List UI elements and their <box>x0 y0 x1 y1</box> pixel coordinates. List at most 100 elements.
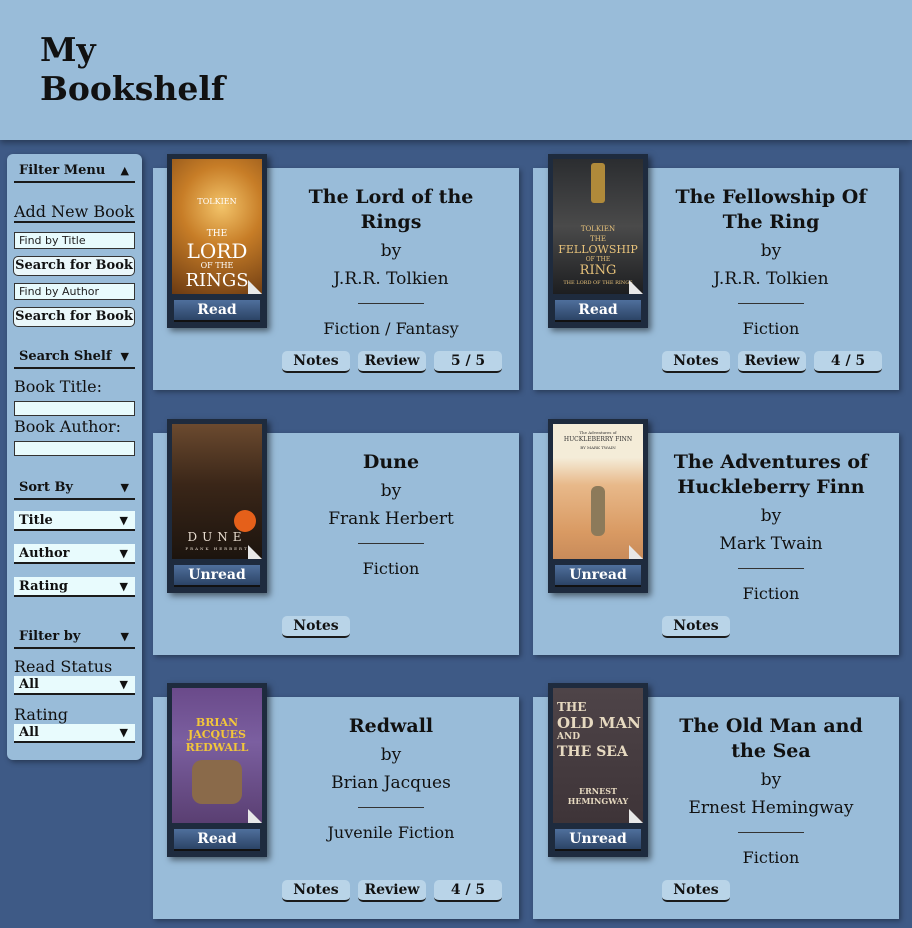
divider <box>358 303 424 304</box>
book-title: The Lord of the Rings <box>308 186 474 233</box>
sort-by-label: Sort By <box>19 480 73 495</box>
filter-menu-toggle[interactable]: Filter Menu ▲ <box>14 163 135 183</box>
book-author: Mark Twain <box>719 534 823 554</box>
book-by: by <box>380 745 402 765</box>
review-button[interactable]: Review <box>738 351 806 373</box>
book-cover-frame: TOLKIEN THE FELLOWSHIP OF THE RING THE L… <box>548 154 648 328</box>
sort-option-label: Author <box>19 545 70 561</box>
divider <box>738 303 804 304</box>
read-status-select[interactable]: All ▼ <box>14 676 135 695</box>
book-cover-image[interactable]: BRIAN JACQUES REDWALL <box>172 688 262 823</box>
cover-title-text: THE <box>206 229 228 239</box>
cover-title-text: The Adventures of <box>579 430 617 435</box>
read-status-button[interactable]: Unread <box>555 565 641 587</box>
notes-button[interactable]: Notes <box>662 616 730 638</box>
cover-author-text: HEMINGWAY <box>567 796 629 806</box>
sort-rating-select[interactable]: Rating ▼ <box>14 577 135 597</box>
read-status-button[interactable]: Read <box>174 829 260 851</box>
book-by: by <box>380 241 402 261</box>
cover-author-text: ERNEST <box>579 786 617 796</box>
divider <box>738 568 804 569</box>
book-genre: Juvenile Fiction <box>327 823 455 842</box>
sort-author-select[interactable]: Author ▼ <box>14 544 135 564</box>
book-author: Brian Jacques <box>331 773 451 793</box>
read-status-button[interactable]: Read <box>555 300 641 322</box>
book-title-label: Book Title: <box>14 377 102 396</box>
book-author: Frank Herbert <box>328 509 454 529</box>
read-status-label: Read Status <box>14 657 113 676</box>
search-shelf-toggle[interactable]: Search Shelf ▼ <box>14 349 135 369</box>
book-info: The Adventures of Huckleberry Finn by Ma… <box>663 450 879 605</box>
book-cover-image[interactable]: TOLKIEN THE FELLOWSHIP OF THE RING THE L… <box>553 159 643 294</box>
mouse-illustration-image <box>192 760 242 804</box>
review-button[interactable]: Review <box>358 880 426 902</box>
sort-title-select[interactable]: Title ▼ <box>14 511 135 531</box>
cover-title-text: THE SEA <box>557 744 628 760</box>
cover-title-text: OF THE <box>200 261 234 270</box>
book-title-input[interactable] <box>14 401 135 416</box>
book-info: The Lord of the Rings by J.R.R. Tolkien … <box>283 185 499 340</box>
notes-button[interactable]: Notes <box>282 351 350 373</box>
book-title: The Old Man and the Sea <box>679 715 863 762</box>
notes-button[interactable]: Notes <box>662 351 730 373</box>
book-genre: Fiction <box>742 848 800 867</box>
cover-author-text: TOLKIEN <box>580 225 616 233</box>
rating-select[interactable]: All ▼ <box>14 724 135 743</box>
notes-button[interactable]: Notes <box>282 616 350 638</box>
page-curl-icon <box>248 809 262 823</box>
page-curl-icon <box>248 545 262 559</box>
filter-by-toggle[interactable]: Filter by ▼ <box>14 629 135 649</box>
book-cover-image[interactable]: The Adventures of HUCKLEBERRY FINN BY MA… <box>553 424 643 559</box>
add-new-book-label: Add New Book <box>14 202 135 223</box>
search-title-button[interactable]: Search for Book <box>13 256 135 276</box>
book-cover-frame: BRIAN JACQUES REDWALL Read <box>167 683 267 857</box>
book-info: Redwall by Brian Jacques Juvenile Fictio… <box>283 714 499 844</box>
rating-label: Rating <box>14 705 69 724</box>
find-by-author-input[interactable]: Find by Author <box>14 283 135 300</box>
divider <box>358 807 424 808</box>
book-genre: Fiction <box>742 319 800 338</box>
rating-button[interactable]: 4 / 5 <box>814 351 882 373</box>
notes-button[interactable]: Notes <box>662 880 730 902</box>
page-curl-icon <box>248 280 262 294</box>
cover-title-text: AND <box>557 732 581 742</box>
search-author-button[interactable]: Search for Book <box>13 307 135 327</box>
read-status-button[interactable]: Read <box>174 300 260 322</box>
read-status-button[interactable]: Unread <box>174 565 260 587</box>
page-curl-icon <box>629 809 643 823</box>
page-curl-icon <box>629 545 643 559</box>
read-status-button[interactable]: Unread <box>555 829 641 851</box>
divider <box>738 832 804 833</box>
book-by: by <box>760 770 782 790</box>
read-status-value: All <box>19 677 39 692</box>
review-button[interactable]: Review <box>358 351 426 373</box>
rating-value: All <box>19 725 39 740</box>
chevron-down-icon: ▼ <box>120 350 129 363</box>
book-title: Redwall <box>348 715 434 737</box>
find-by-title-input[interactable]: Find by Title <box>14 232 135 249</box>
sort-option-label: Title <box>19 512 53 528</box>
notes-button[interactable]: Notes <box>282 880 350 902</box>
book-info: The Fellowship Of The Ring by J.R.R. Tol… <box>663 185 879 340</box>
cover-title-text: REDWALL <box>185 741 249 754</box>
book-title: The Fellowship Of The Ring <box>675 186 867 233</box>
rating-button[interactable]: 4 / 5 <box>434 880 502 902</box>
book-info: The Old Man and the Sea by Ernest Heming… <box>663 714 879 869</box>
sort-by-toggle[interactable]: Sort By ▼ <box>14 480 135 500</box>
filter-sidebar: Filter Menu ▲ Add New Book Find by Title… <box>7 154 142 760</box>
book-by: by <box>380 481 402 501</box>
cover-title-text: OLD MAN <box>557 714 641 732</box>
book-cover-image[interactable]: THE OLD MAN AND THE SEA ERNEST HEMINGWAY <box>553 688 643 823</box>
chevron-up-icon: ▲ <box>120 164 129 177</box>
book-genre: Fiction <box>362 559 420 578</box>
book-genre: Fiction / Fantasy <box>323 319 459 338</box>
book-author-input[interactable] <box>14 441 135 456</box>
boy-figure-image <box>591 486 605 536</box>
book-cover-image[interactable]: TOLKIEN THE LORD OF THE RINGS <box>172 159 262 294</box>
rating-button[interactable]: 5 / 5 <box>434 351 502 373</box>
cover-title-text: FELLOWSHIP <box>558 243 638 256</box>
book-cover-image[interactable]: DUNE FRANK HERBERT <box>172 424 262 559</box>
book-by: by <box>760 241 782 261</box>
filter-by-label: Filter by <box>19 629 81 644</box>
sort-option-label: Rating <box>19 578 69 594</box>
